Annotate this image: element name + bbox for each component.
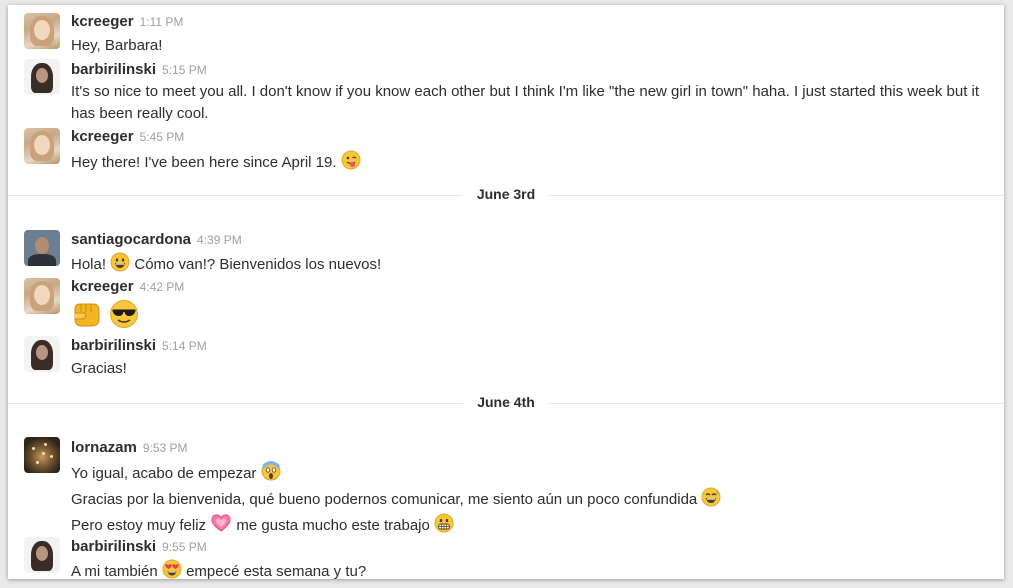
message-item: lornazam 9:53 PM Yo igual, acabo de empez… — [8, 435, 1004, 535]
message-timestamp[interactable]: 5:45 PM — [140, 130, 185, 144]
message-timestamp[interactable]: 4:39 PM — [197, 233, 242, 247]
message-username[interactable]: kcreeger 1:11 PM — [71, 13, 183, 30]
avatar-kcreeger[interactable] — [24, 278, 60, 314]
avatar-santiagocardona[interactable] — [24, 230, 60, 266]
message-text: A mi también empecé esta semana y tu? — [71, 559, 990, 579]
message-text: Gracias por la bienvenida, qué bueno pod… — [71, 487, 990, 514]
message-timestamp[interactable]: 9:55 PM — [162, 540, 207, 554]
avatar-barbirilinski[interactable] — [24, 537, 60, 573]
message-timestamp[interactable]: 1:11 PM — [140, 15, 184, 29]
message-item: barbirilinski 9:55 PM A mi también empecé… — [8, 535, 1004, 579]
message-timestamp[interactable]: 5:15 PM — [162, 63, 207, 77]
message-text: Gracias! — [71, 360, 127, 377]
smiling-face-with-sunglasses-icon[interactable] — [109, 299, 139, 336]
message-item: barbirilinski 5:15 PM It's so nice to mee… — [8, 57, 1004, 125]
message-username[interactable]: barbirilinski 5:14 PM — [71, 337, 207, 354]
face-screaming-in-fear-icon[interactable] — [261, 461, 281, 488]
avatar-lornazam[interactable] — [24, 437, 60, 473]
message-username[interactable]: lornazam 9:53 PM — [71, 439, 188, 456]
grinning-face-with-sweat-icon[interactable] — [701, 487, 721, 514]
message-username[interactable]: santiagocardona 4:39 PM — [71, 231, 242, 248]
date-divider-label: June 4th — [463, 394, 549, 410]
message-text: Yo igual, acabo de empezar — [71, 461, 990, 488]
message-timestamp[interactable]: 9:53 PM — [143, 441, 188, 455]
message-item: kcreeger 5:45 PM Hey there! I've been her… — [8, 125, 1004, 173]
message-item: kcreeger 4:42 PM — [8, 275, 1004, 333]
avatar-kcreeger[interactable] — [24, 13, 60, 49]
oncoming-fist-icon[interactable] — [71, 299, 103, 336]
message-text: It's so nice to meet you all. I don't kn… — [71, 83, 980, 122]
winking-face-with-tongue-icon[interactable] — [341, 150, 361, 177]
message-item: barbirilinski 5:14 PM Gracias! — [8, 334, 1004, 382]
message-emoji-row — [71, 299, 990, 336]
avatar-kcreeger[interactable] — [24, 128, 60, 164]
message-panel: kcreeger 1:11 PM Hey, Barbara! barbirilin… — [8, 5, 1004, 579]
message-timestamp[interactable]: 5:14 PM — [162, 339, 207, 353]
message-username[interactable]: barbirilinski 5:15 PM — [71, 61, 207, 78]
smiling-face-with-heart-eyes-icon[interactable] — [162, 559, 182, 579]
message-item: kcreeger 1:11 PM Hey, Barbara! — [8, 9, 1004, 57]
message-username[interactable]: barbirilinski 9:55 PM — [71, 538, 207, 555]
date-divider-label: June 3rd — [462, 186, 550, 202]
message-item: santiagocardona 4:39 PM Hola! Cómo van!? … — [8, 227, 1004, 275]
message-timestamp[interactable]: 4:42 PM — [140, 280, 185, 294]
message-username[interactable]: kcreeger 5:45 PM — [71, 128, 184, 145]
message-username[interactable]: kcreeger 4:42 PM — [71, 278, 184, 295]
message-text: Hey, Barbara! — [71, 37, 163, 54]
avatar-barbirilinski[interactable] — [24, 336, 60, 372]
message-text: Hey there! I've been here since April 19… — [71, 150, 990, 177]
avatar-barbirilinski[interactable] — [24, 59, 60, 95]
